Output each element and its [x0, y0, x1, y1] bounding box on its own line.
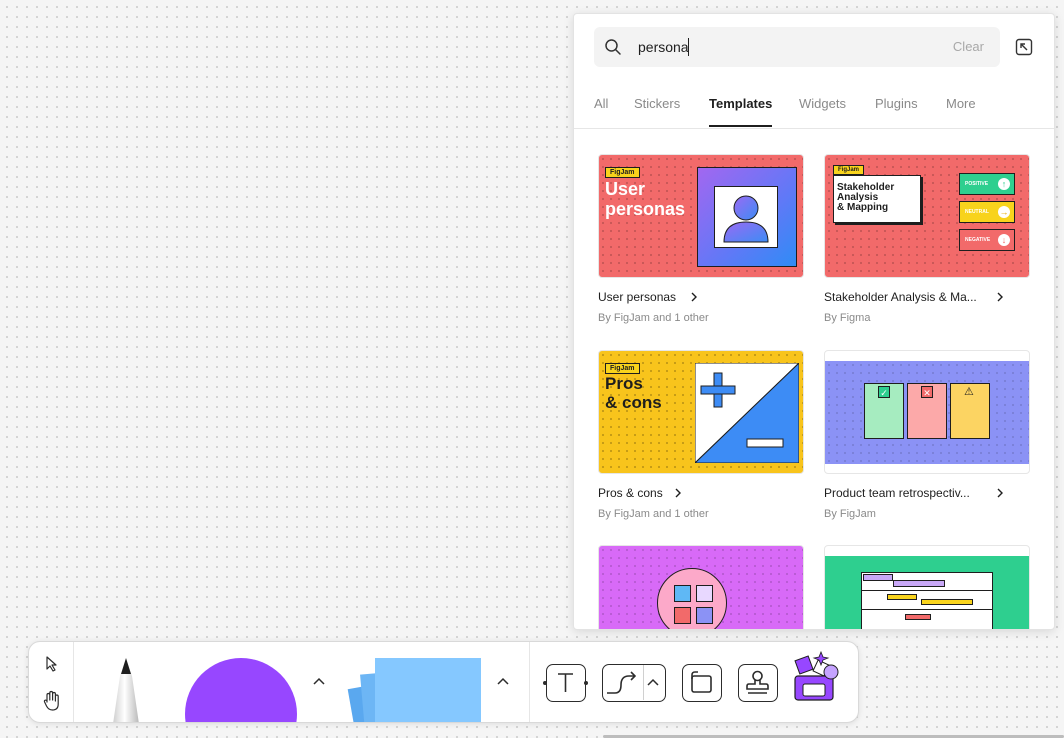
resources-panel: Clear All Stickers Templates Widgets Plu… [573, 13, 1055, 630]
search-input[interactable] [638, 37, 938, 57]
hand-icon[interactable] [42, 690, 62, 712]
persona-frame [697, 167, 797, 267]
thumb-heading: Pros [605, 374, 643, 393]
chevron-right-icon[interactable] [996, 292, 1004, 302]
chip-label: NEGATIVE [965, 237, 991, 243]
template-card-stakeholder-analysis[interactable]: FigJam Stakeholder Analysis & Mapping PO… [824, 154, 1030, 334]
template-results: FigJam User personas User personas By Fi… [574, 130, 1054, 629]
stamp-icon [746, 670, 769, 694]
neutral-chip: NEUTRAL → [959, 201, 1015, 223]
tab-templates[interactable]: Templates [709, 96, 773, 127]
tab-stickers[interactable]: Stickers [634, 96, 680, 125]
negative-note: ✕ [907, 383, 947, 439]
negative-chip: NEGATIVE ↓ [959, 229, 1015, 251]
template-author: By FigJam and 1 other [598, 312, 709, 324]
thumb-heading: personas [605, 199, 686, 219]
section-icon [691, 671, 712, 693]
template-title[interactable]: Pros & cons [598, 486, 663, 500]
bottom-toolbar [28, 641, 859, 723]
template-thumbnail[interactable] [824, 545, 1030, 629]
chevron-right-icon[interactable] [674, 488, 682, 498]
toolbar-divider [73, 642, 74, 722]
thumb-heading: & Mapping [837, 202, 889, 213]
template-card[interactable] [598, 545, 804, 629]
thumb-heading: User [605, 179, 646, 199]
thumb-heading: & cons [605, 393, 662, 412]
more-tools-icon[interactable] [789, 650, 845, 706]
template-card-product-team-retrospective[interactable]: ✓ ✕ ⚠ Product team retrospectiv... By Fi… [824, 350, 1030, 530]
template-title[interactable]: User personas [598, 290, 676, 304]
retro-banner: ✓ ✕ ⚠ [825, 361, 1029, 464]
tab-plugins[interactable]: Plugins [875, 96, 918, 125]
template-thumbnail[interactable]: FigJam Stakeholder Analysis & Mapping PO… [824, 154, 1030, 278]
template-thumbnail[interactable] [598, 545, 804, 629]
checkmark-icon: ✓ [878, 386, 890, 398]
timeline-banner [825, 556, 1029, 629]
template-thumbnail[interactable]: FigJam Pros & cons [598, 350, 804, 474]
template-thumbnail[interactable]: ✓ ✕ ⚠ [824, 350, 1030, 474]
template-author: By FigJam [824, 508, 876, 520]
up-arrow-icon: ↑ [998, 178, 1010, 190]
chevron-up-icon[interactable] [313, 676, 325, 686]
handle-dot [584, 681, 588, 685]
section-tool-button[interactable] [682, 664, 722, 702]
template-thumbnail[interactable]: FigJam User personas [598, 154, 804, 278]
stakeholder-title-card: Stakeholder Analysis & Mapping [833, 175, 921, 223]
circle-shape-icon[interactable] [185, 658, 297, 722]
handle-dot [543, 681, 547, 685]
connector-icon [607, 671, 637, 694]
chevron-up-icon[interactable] [647, 677, 659, 687]
template-card[interactable] [824, 545, 1030, 629]
chevron-up-icon[interactable] [497, 676, 509, 686]
text-tool-button[interactable] [546, 664, 586, 702]
template-card-user-personas[interactable]: FigJam User personas User personas By Fi… [598, 154, 804, 334]
toolbar-divider [529, 642, 530, 722]
resource-tabs: All Stickers Templates Widgets Plugins M… [574, 84, 1054, 129]
chevron-right-icon[interactable] [690, 292, 698, 302]
chip-label: POSITIVE [965, 181, 989, 187]
text-caret [688, 38, 689, 56]
connector-tool-button[interactable] [602, 664, 666, 702]
stamp-tool-button[interactable] [738, 664, 778, 702]
template-title[interactable]: Stakeholder Analysis & Ma... [824, 290, 977, 304]
template-title[interactable]: Product team retrospectiv... [824, 486, 970, 500]
tab-widgets[interactable]: Widgets [799, 96, 846, 125]
avatar-icon [723, 195, 769, 243]
search-box[interactable]: Clear [594, 27, 1000, 67]
marker-icon[interactable] [103, 656, 149, 723]
right-arrow-icon: → [998, 206, 1010, 218]
figjam-badge: FigJam [605, 363, 640, 374]
chip-label: NEUTRAL [965, 209, 989, 215]
tab-more[interactable]: More [946, 96, 976, 125]
chevron-right-icon[interactable] [996, 488, 1004, 498]
text-icon [558, 673, 573, 692]
cursor-icon[interactable] [45, 656, 59, 672]
figjam-badge: FigJam [833, 165, 865, 175]
pros-cons-graphic [695, 363, 799, 463]
tab-all[interactable]: All [594, 96, 608, 125]
positive-chip: POSITIVE ↑ [959, 173, 1015, 195]
sticky-cluster [657, 568, 727, 629]
template-author: By Figma [824, 312, 871, 324]
search-icon [605, 39, 621, 55]
template-author: By FigJam and 1 other [598, 508, 709, 520]
collapse-panel-icon[interactable] [1014, 37, 1034, 57]
template-card-pros-and-cons[interactable]: FigJam Pros & cons Pros & cons By FigJam… [598, 350, 804, 530]
x-mark-icon: ✕ [921, 386, 933, 398]
positive-note: ✓ [864, 383, 904, 439]
figjam-badge: FigJam [605, 167, 640, 178]
down-arrow-icon: ↓ [998, 234, 1010, 246]
clear-search-button[interactable]: Clear [953, 39, 984, 54]
sticky-note-icon[interactable] [347, 656, 485, 722]
warning-icon: ⚠ [964, 386, 974, 398]
warning-note: ⚠ [950, 383, 990, 439]
